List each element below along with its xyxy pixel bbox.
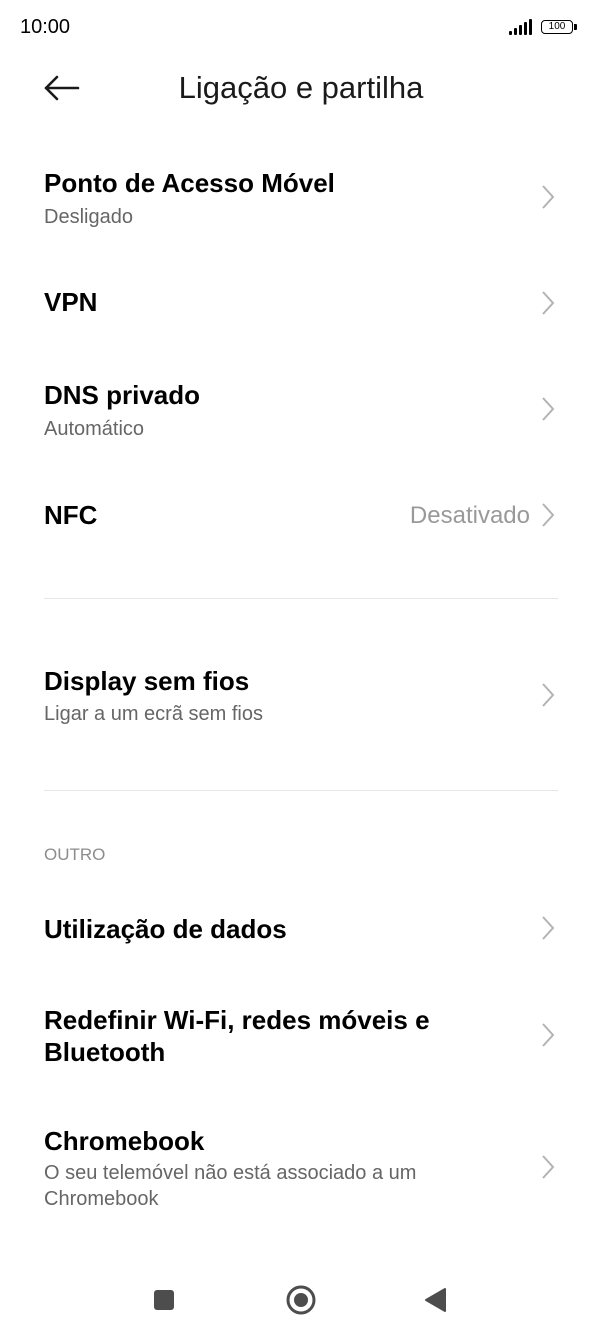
hotspot-status: Desligado <box>44 206 133 228</box>
nfc-item[interactable]: NFC Desativado <box>0 478 602 553</box>
status-time: 10:00 <box>20 16 71 38</box>
chevron-right-icon <box>542 916 555 940</box>
chevron-right-icon <box>542 397 555 421</box>
reset-network-item[interactable]: Redefinir Wi-Fi, redes móveis e Bluetoot… <box>0 990 602 1080</box>
divider <box>44 790 558 791</box>
home-button[interactable] <box>281 1280 321 1320</box>
chevron-right-icon <box>542 185 555 209</box>
wireless-display-title: Display sem fios <box>44 666 250 696</box>
signal-icon <box>509 19 535 35</box>
hotspot-item[interactable]: Ponto de Acesso Móvel Desligado <box>0 150 602 250</box>
chevron-right-icon <box>542 503 555 527</box>
vpn-item[interactable]: VPN <box>0 265 602 340</box>
section-header-other: OUTRO <box>44 845 106 864</box>
wireless-display-item[interactable]: Display sem fios Ligar a um ecrã sem fio… <box>0 648 602 748</box>
battery-tip <box>574 24 577 30</box>
divider <box>44 598 558 599</box>
chevron-right-icon <box>542 291 555 315</box>
hotspot-title: Ponto de Acesso Móvel <box>44 168 335 198</box>
private-dns-item[interactable]: DNS privado Automático <box>0 362 602 462</box>
vpn-title: VPN <box>44 287 98 317</box>
nav-back-button[interactable] <box>416 1280 456 1320</box>
triangle-back-icon <box>425 1288 446 1312</box>
battery-icon: 100 <box>541 20 573 34</box>
battery-level: 100 <box>548 21 566 32</box>
reset-network-title: Redefinir Wi-Fi, redes móveis e Bluetoot… <box>44 1005 430 1067</box>
chromebook-title: Chromebook <box>44 1126 205 1156</box>
chevron-right-icon <box>542 683 555 707</box>
private-dns-status: Automático <box>44 418 145 440</box>
data-usage-item[interactable]: Utilização de dados <box>0 890 602 966</box>
data-usage-title: Utilização de dados <box>44 914 287 944</box>
page-title: Ligação e partilha <box>178 70 424 105</box>
circle-icon <box>286 1285 316 1315</box>
private-dns-title: DNS privado <box>44 380 201 410</box>
chevron-right-icon <box>542 1023 555 1047</box>
nfc-status: Desativado <box>409 502 530 529</box>
nfc-title: NFC <box>44 500 98 530</box>
recents-button[interactable] <box>144 1280 184 1320</box>
chevron-right-icon <box>542 1155 555 1179</box>
wireless-display-subtitle: Ligar a um ecrã sem fios <box>44 703 263 725</box>
chromebook-item[interactable]: Chromebook O seu telemóvel não está asso… <box>0 1110 602 1225</box>
square-icon <box>154 1290 174 1310</box>
chromebook-subtitle: O seu telemóvel não está associado a um … <box>44 1162 417 1210</box>
status-bar: 10:00 100 <box>0 0 602 56</box>
